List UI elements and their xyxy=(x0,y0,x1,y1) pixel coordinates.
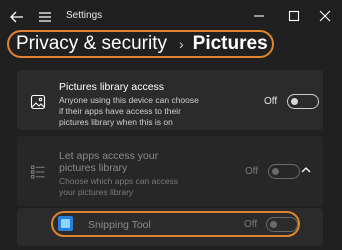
list-icon xyxy=(30,165,45,179)
app-name: Snipping Tool xyxy=(88,219,151,231)
let-apps-access-state: Off xyxy=(245,166,259,177)
breadcrumb-current: Pictures xyxy=(192,33,268,54)
pictures-library-access-state: Off xyxy=(264,96,278,107)
hamburger-menu-icon[interactable] xyxy=(37,9,53,25)
pictures-library-access-description: Anyone using this device can choose if t… xyxy=(59,95,199,127)
breadcrumb-separator: › xyxy=(178,36,184,52)
breadcrumb-parent[interactable]: Privacy & security xyxy=(16,33,167,55)
pictures-library-access-title: Pictures library access xyxy=(59,81,165,93)
chevron-up-icon[interactable] xyxy=(300,165,312,175)
title-bar: Settings xyxy=(0,0,342,34)
snipping-tool-toggle[interactable] xyxy=(266,217,298,232)
pictures-library-access-card: Pictures library access Anyone using thi… xyxy=(17,70,323,130)
maximize-icon[interactable] xyxy=(287,9,301,23)
snipping-tool-icon xyxy=(58,216,73,231)
let-apps-access-toggle[interactable] xyxy=(268,164,300,179)
let-apps-access-card[interactable]: Let apps access your pictures library Ch… xyxy=(17,136,323,206)
close-icon[interactable] xyxy=(318,9,332,23)
pictures-library-access-toggle[interactable] xyxy=(287,94,319,109)
let-apps-access-description: Choose which apps can access your pictur… xyxy=(59,176,179,197)
window-title: Settings xyxy=(66,10,103,21)
back-arrow-icon[interactable] xyxy=(9,9,25,25)
let-apps-access-title: Let apps access your pictures library xyxy=(59,150,159,174)
app-state: Off xyxy=(244,219,258,230)
minimize-icon[interactable] xyxy=(252,9,266,23)
breadcrumb: Privacy & security › Pictures xyxy=(7,30,274,58)
picture-icon xyxy=(30,94,46,110)
